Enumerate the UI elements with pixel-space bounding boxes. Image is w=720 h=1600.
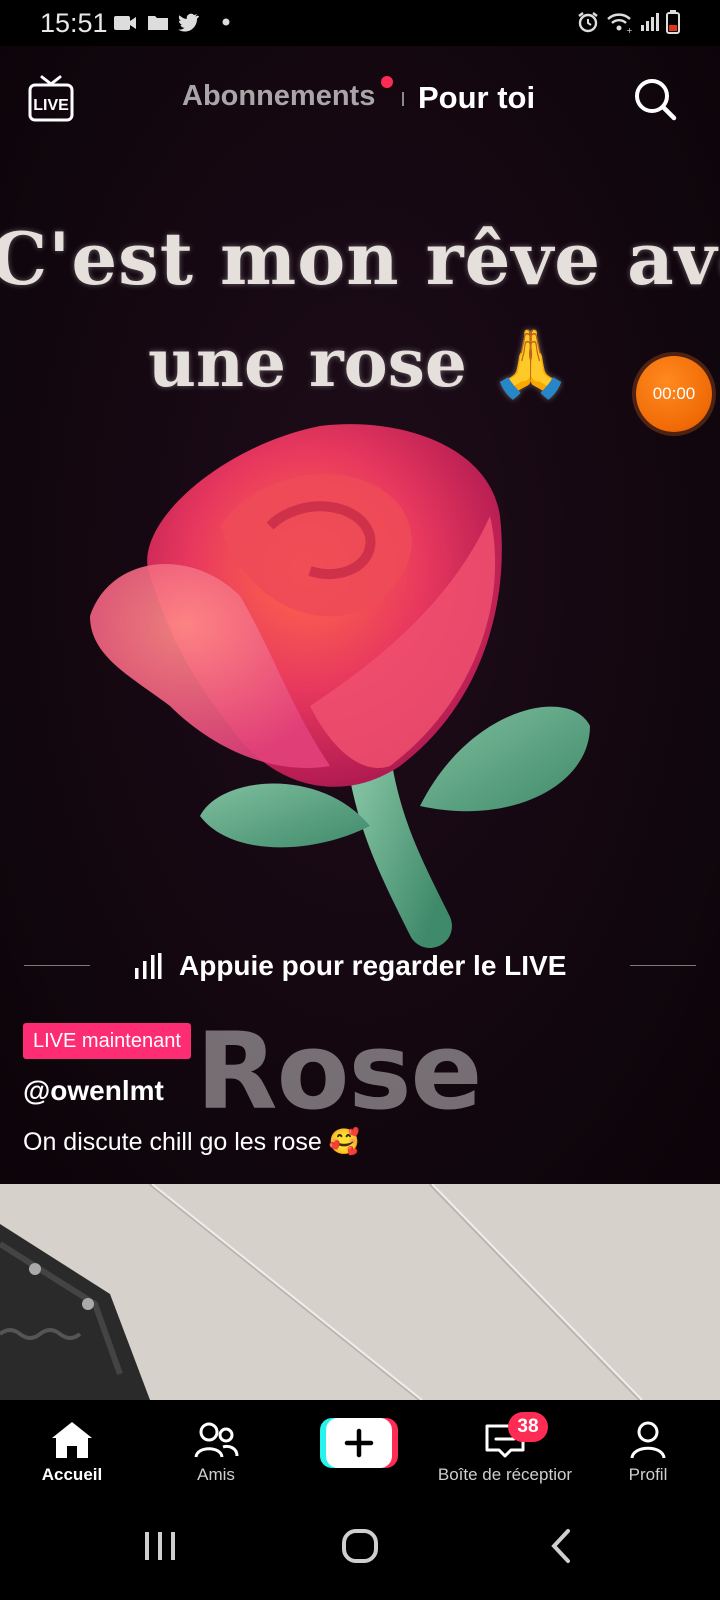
live-tv-icon[interactable]: LIVE [26, 74, 76, 124]
nav-home-label: Accueil [41, 1465, 103, 1484]
inbox-count-badge: 38 [508, 1412, 548, 1442]
reward-timer-button[interactable]: 00:00 [636, 356, 712, 432]
following-new-dot [381, 76, 393, 88]
profile-icon [630, 1421, 666, 1459]
notification-dot-icon [222, 18, 230, 26]
wifi-icon: + [607, 13, 633, 34]
folder-icon [148, 16, 168, 30]
tab-divider [402, 92, 404, 106]
home-system-icon[interactable] [340, 1528, 380, 1564]
search-icon[interactable] [632, 76, 678, 122]
cta-divider-right [630, 965, 696, 966]
cta-divider-left [24, 965, 90, 966]
alarm-icon [578, 12, 598, 33]
nav-friends[interactable]: Amis [180, 1420, 252, 1485]
back-icon[interactable] [548, 1528, 578, 1564]
friends-icon [194, 1422, 239, 1458]
live-bars-icon [135, 953, 162, 979]
twitter-icon [178, 13, 200, 32]
create-plus-button[interactable] [320, 1416, 398, 1470]
home-icon [52, 1422, 92, 1458]
status-time: 15:51 [40, 8, 108, 38]
video-overlay-text-line1: C'est mon rêve avoir [0, 216, 720, 301]
live-now-badge: LIVE maintenant [23, 1023, 191, 1059]
recent-apps-icon[interactable] [140, 1528, 180, 1564]
nav-profile-label: Profil [628, 1465, 668, 1484]
signal-icon [641, 13, 659, 31]
nav-profile[interactable]: Profil [612, 1420, 684, 1485]
system-nav-bar [0, 1500, 720, 1600]
video-overlay-text-line2: une rose 🙏 [147, 324, 573, 402]
nav-inbox-label: Boîte de réceptior [437, 1465, 573, 1484]
live-tv-label: LIVE [33, 97, 69, 114]
status-bar: 15:51 + [0, 0, 720, 46]
nav-home[interactable]: Accueil [36, 1420, 108, 1485]
ceiling-image [0, 1184, 720, 1400]
rose-image [90, 424, 590, 948]
battery-icon [666, 10, 680, 34]
bottom-nav: Accueil Amis Boîte de réceptior 38 Profi… [0, 1400, 720, 1500]
nav-friends-label: Amis [197, 1465, 235, 1484]
video-watermark-text: Rose [196, 1010, 482, 1133]
creator-username[interactable]: @owenlmt [23, 1075, 164, 1107]
next-video-preview[interactable] [0, 1184, 720, 1400]
video-camera-icon [114, 16, 136, 30]
video-caption: On discute chill go les rose 🥰 [23, 1128, 360, 1156]
nav-inbox[interactable]: Boîte de réceptior [430, 1420, 580, 1485]
tab-for-you[interactable]: Pour toi [418, 80, 535, 116]
tab-following[interactable]: Abonnements [182, 80, 375, 113]
watch-live-prompt[interactable]: Appuie pour regarder le LIVE [179, 950, 566, 982]
svg-text:+: + [626, 26, 633, 34]
